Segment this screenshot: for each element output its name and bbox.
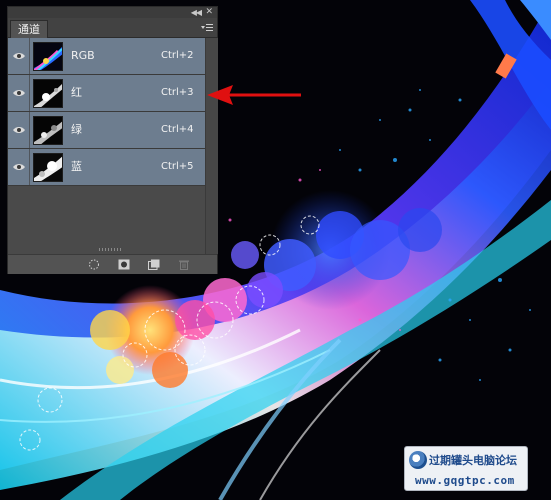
double-chevron-icon[interactable]: ◀◀ bbox=[191, 7, 202, 18]
channel-row-rgb[interactable]: RGB Ctrl+2 bbox=[8, 38, 205, 75]
channel-list: RGB Ctrl+2 红 Ctrl+3 绿 Ctrl+4 蓝 Ctrl+5 bbox=[8, 38, 205, 254]
channel-thumbnail bbox=[33, 153, 63, 182]
channel-thumbnail bbox=[33, 42, 63, 71]
eye-icon bbox=[13, 127, 25, 133]
channel-name: 红 bbox=[71, 86, 82, 99]
panel-menu-icon[interactable] bbox=[201, 23, 213, 33]
channel-row-red[interactable]: 红 Ctrl+3 bbox=[8, 75, 205, 112]
channel-shortcut: Ctrl+2 bbox=[161, 50, 194, 61]
visibility-toggle[interactable] bbox=[8, 112, 30, 148]
channel-name: RGB bbox=[71, 49, 95, 62]
visibility-toggle[interactable] bbox=[8, 149, 30, 185]
channel-row-green[interactable]: 绿 Ctrl+4 bbox=[8, 112, 205, 149]
watermark-title: 过期罐头电脑论坛 bbox=[429, 454, 517, 467]
channel-row-blue[interactable]: 蓝 Ctrl+5 bbox=[8, 149, 205, 186]
red-arrow-icon bbox=[207, 85, 301, 105]
delete-channel-icon[interactable] bbox=[178, 259, 190, 270]
channel-name: 蓝 bbox=[71, 160, 82, 173]
channel-shortcut: Ctrl+5 bbox=[161, 161, 194, 172]
channel-list-scrollbar[interactable] bbox=[205, 38, 218, 254]
panel-bottom-toolbar bbox=[8, 254, 217, 274]
tab-channels[interactable]: 通道 bbox=[10, 20, 48, 38]
eye-icon bbox=[13, 164, 25, 170]
watermark-url: www.gqgtpc.com bbox=[415, 474, 515, 487]
watermark: 过期罐头电脑论坛 www.gqgtpc.com bbox=[404, 446, 528, 491]
close-icon[interactable]: ✕ bbox=[205, 7, 213, 18]
channels-panel: ◀◀ ✕ 通道 RGB Ctrl+2 红 Ctrl+3 绿 Ctrl+4 蓝 C… bbox=[7, 6, 218, 274]
panel-tab-bar: 通道 bbox=[8, 18, 217, 38]
forum-logo-icon bbox=[409, 451, 427, 469]
channel-shortcut: Ctrl+4 bbox=[161, 124, 194, 135]
panel-title-bar[interactable]: ◀◀ ✕ bbox=[8, 7, 217, 18]
load-channel-as-selection-icon[interactable] bbox=[88, 259, 100, 270]
channel-thumbnail bbox=[33, 79, 63, 108]
eye-icon bbox=[13, 53, 25, 59]
channel-name: 绿 bbox=[71, 123, 82, 136]
channel-shortcut: Ctrl+3 bbox=[161, 87, 194, 98]
eye-icon bbox=[13, 90, 25, 96]
visibility-toggle[interactable] bbox=[8, 75, 30, 111]
visibility-toggle[interactable] bbox=[8, 38, 30, 74]
panel-resize-grip[interactable] bbox=[99, 248, 123, 251]
channel-thumbnail bbox=[33, 116, 63, 145]
save-selection-as-channel-icon[interactable] bbox=[118, 259, 130, 270]
new-channel-icon[interactable] bbox=[148, 259, 160, 270]
